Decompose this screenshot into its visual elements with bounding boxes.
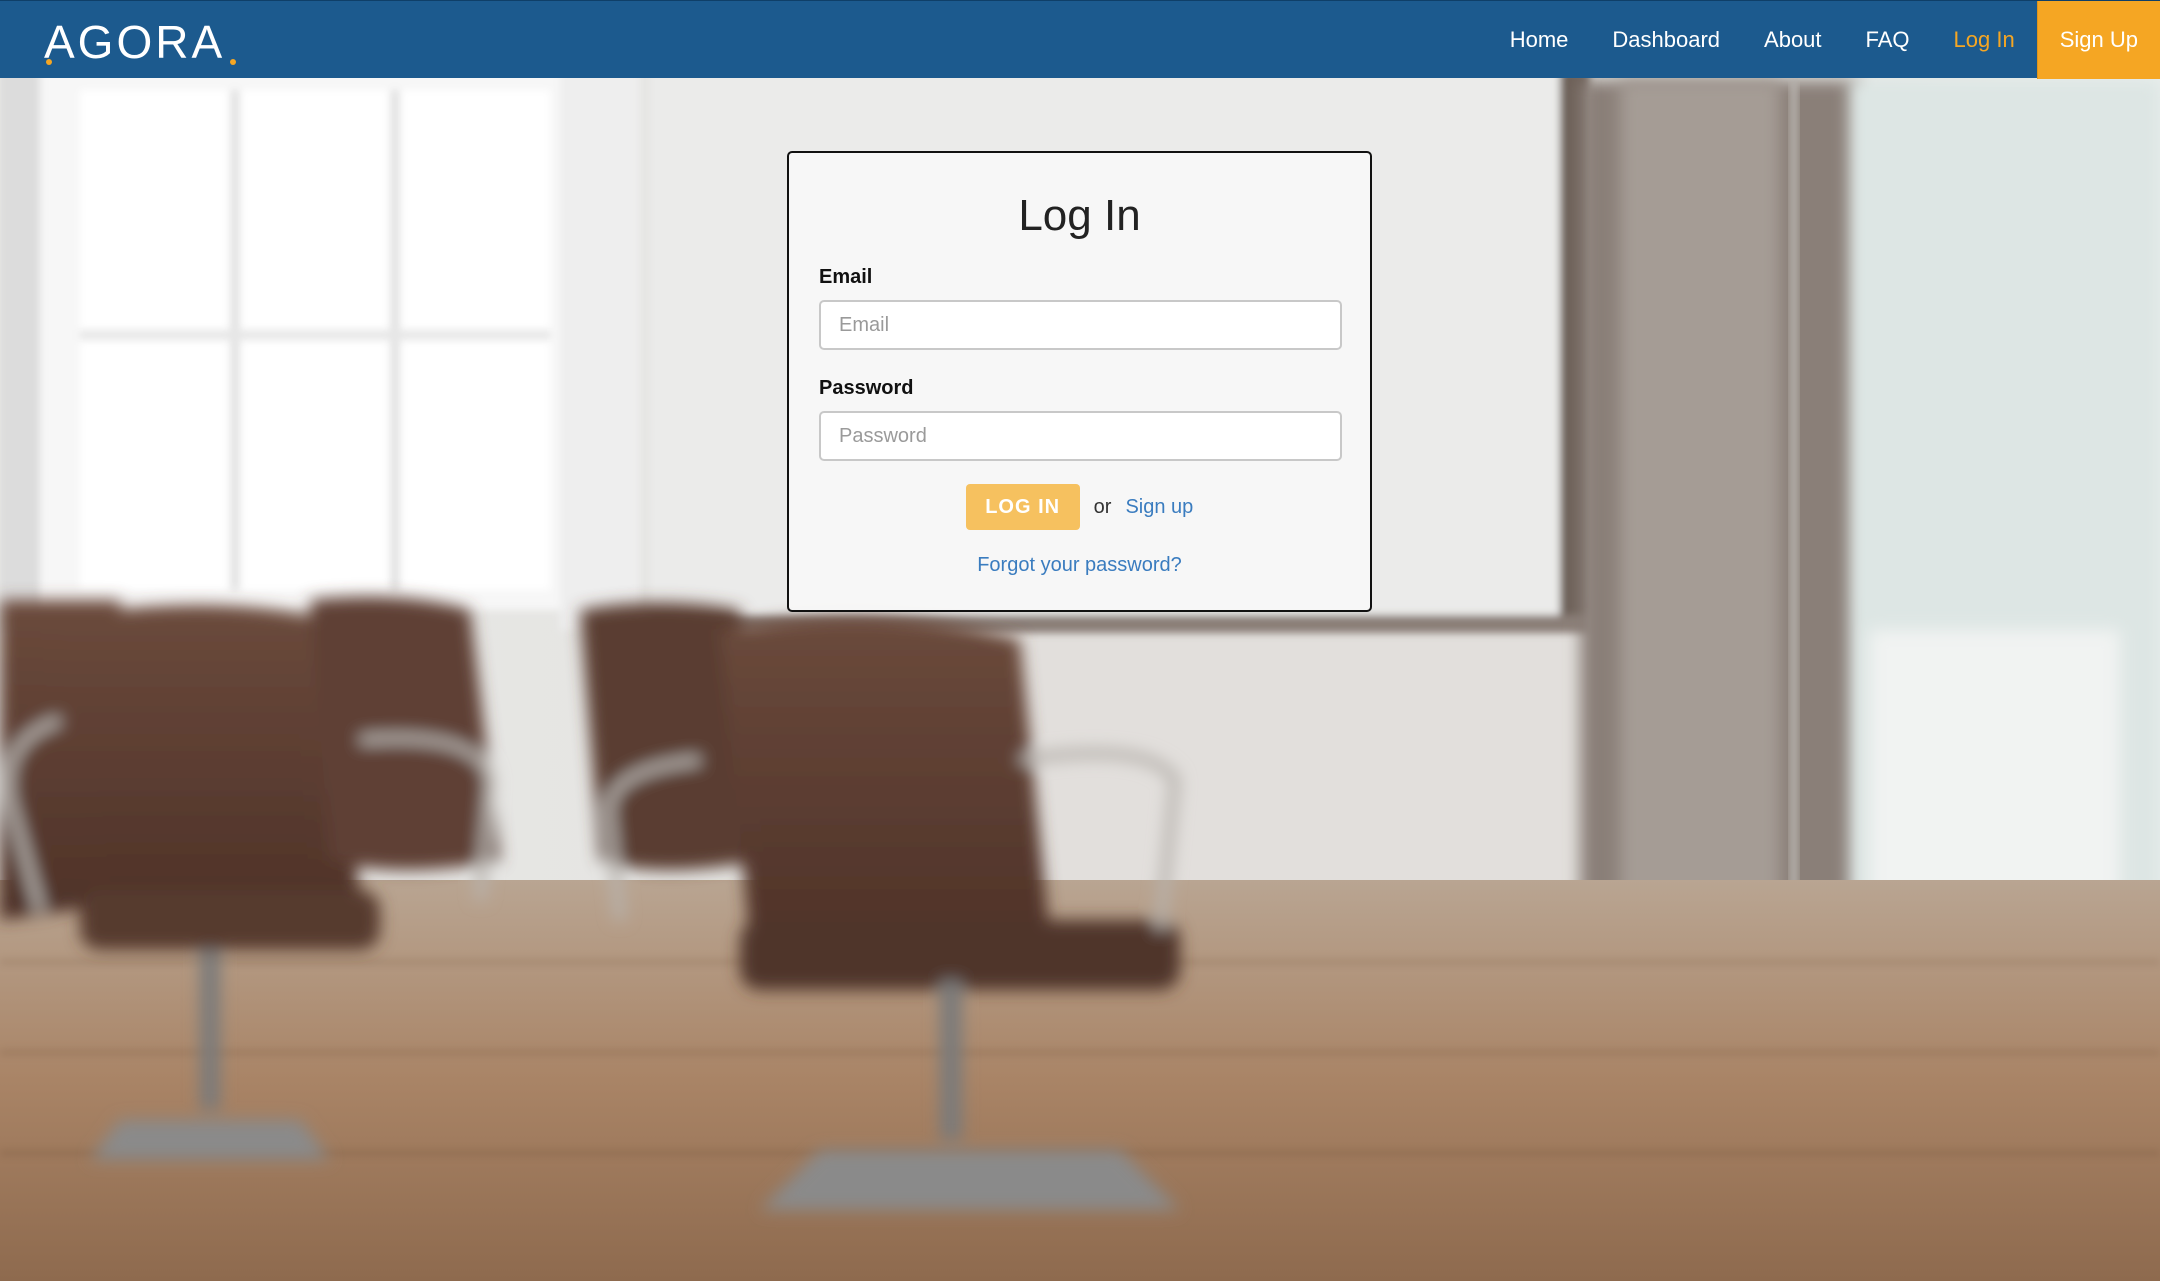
nav-about[interactable]: About bbox=[1742, 1, 1844, 79]
nav-home[interactable]: Home bbox=[1488, 1, 1591, 79]
forgot-password-row: Forgot your password? bbox=[789, 554, 1370, 577]
login-card: Log In Email Password LOG IN or Sign up … bbox=[787, 151, 1372, 612]
nav-faq[interactable]: FAQ bbox=[1844, 1, 1932, 79]
email-label: Email bbox=[819, 266, 873, 288]
logo-dot-icon bbox=[46, 59, 52, 65]
nav-signup-button[interactable]: Sign Up bbox=[2036, 1, 2160, 79]
login-button[interactable]: LOG IN bbox=[965, 484, 1080, 530]
signup-link[interactable]: Sign up bbox=[1125, 496, 1193, 519]
login-title: Log In bbox=[1018, 191, 1141, 240]
or-text: or bbox=[1093, 495, 1112, 518]
logo-dot-icon bbox=[230, 59, 236, 65]
nav-login[interactable]: Log In bbox=[1932, 1, 2037, 79]
email-input[interactable] bbox=[819, 300, 1342, 350]
main-nav: Home Dashboard About FAQ Log In Sign Up bbox=[1488, 1, 2160, 79]
page: AGORA Home Dashboard About FAQ Log In Si… bbox=[0, 0, 2160, 1281]
password-input[interactable] bbox=[819, 411, 1342, 461]
password-label: Password bbox=[819, 377, 914, 399]
brand-logo[interactable]: AGORA bbox=[44, 16, 236, 68]
form-actions: LOG IN or Sign up bbox=[789, 484, 1370, 530]
nav-dashboard[interactable]: Dashboard bbox=[1590, 1, 1742, 79]
navbar: AGORA Home Dashboard About FAQ Log In Si… bbox=[0, 0, 2160, 79]
brand-name: AGORA bbox=[44, 16, 226, 68]
forgot-password-link[interactable]: Forgot your password? bbox=[977, 554, 1182, 576]
